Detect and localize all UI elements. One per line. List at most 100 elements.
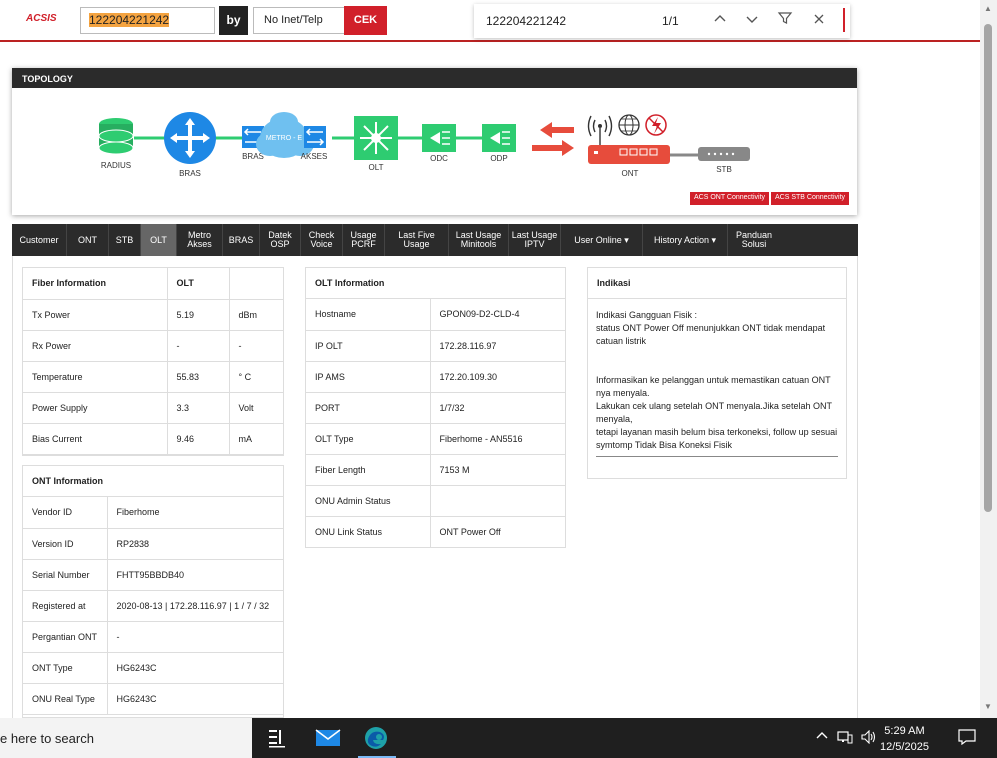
fiber-row-label: Temperature (23, 361, 168, 393)
indikasi-title: Indikasi (588, 268, 846, 299)
edge-browser-icon[interactable] (363, 726, 389, 750)
tab-metro-akses[interactable]: Metro Akses (177, 224, 223, 256)
olt-row-label: IP AMS (306, 361, 431, 393)
olt-row-label: ONU Admin Status (306, 485, 431, 517)
table-row: Tx Power 5.19 dBm (23, 299, 283, 331)
ont-row-label: ONT Type (23, 652, 108, 684)
table-row: ONU Real Type HG6243C (23, 683, 283, 715)
tab-stb[interactable]: STB (109, 224, 141, 256)
ont-row-value: HG6243C (107, 652, 283, 684)
table-row: Rx Power - - (23, 330, 283, 362)
olt-row-label: Fiber Length (306, 454, 431, 486)
scroll-up-arrow[interactable]: ▲ (984, 4, 992, 13)
olt-row-value: 172.28.116.97 (430, 330, 565, 362)
olt-row-value: 7153 M (430, 454, 565, 486)
tab-customer[interactable]: Customer (12, 224, 67, 256)
olt-row-value: GPON09-D2-CLD-4 (430, 299, 565, 331)
table-row: Fiber Length 7153 M (306, 454, 565, 486)
tab-last-usage-minitools[interactable]: Last Usage Minitools (449, 224, 509, 256)
tab-panduan-solusi[interactable]: Panduan Solusi (728, 224, 780, 256)
table-row: Vendor ID Fiberhome (23, 497, 283, 529)
olt-row-value: 172.20.109.30 (430, 361, 565, 393)
tab-bras[interactable]: BRAS (223, 224, 260, 256)
metro-label: METRO - E (266, 135, 302, 142)
ont-row-value: FHTT95BBDB40 (107, 559, 283, 591)
ont-row-value: 2020-08-13 | 172.28.116.97 | 1 / 7 / 32 (107, 590, 283, 622)
tab-check-voice[interactable]: Check Voice (301, 224, 343, 256)
ont-information-panel: ONT Information Vendor ID Fiberhome Versi… (22, 465, 284, 718)
chevron-down-icon[interactable] (741, 10, 763, 32)
akses-switch-icon[interactable] (304, 126, 326, 148)
table-row: Pergantian ONT - (23, 621, 283, 653)
odc-node-icon[interactable] (422, 124, 456, 152)
ont-information-title: ONT Information (23, 466, 283, 497)
mail-icon[interactable] (315, 726, 341, 750)
tab-ont[interactable]: ONT (67, 224, 109, 256)
tab-history-action-dropdown[interactable]: History Action ▾ (643, 224, 728, 256)
indikasi-panel: Indikasi Indikasi Gangguan Fisik : statu… (587, 267, 847, 479)
volume-icon[interactable] (861, 729, 877, 747)
odp-label: ODP (490, 154, 507, 163)
chevron-up-icon[interactable] (709, 10, 731, 32)
indikasi-line: status ONT Power Off menunjukkan ONT tid… (596, 323, 826, 346)
indikasi-line: tetapi layanan masih belum bisa terkonek… (596, 427, 838, 450)
scroll-thumb[interactable] (984, 24, 992, 512)
ont-row-label: Pergantian ONT (23, 621, 108, 653)
find-input[interactable]: 122204221242 (486, 14, 566, 28)
tab-usage-pcrf[interactable]: Usage PCRF (343, 224, 385, 256)
olt-node-icon[interactable] (354, 116, 398, 160)
fiber-information-table: Fiber Information OLT Tx Power 5.19 dBm … (23, 268, 283, 455)
search-type-select[interactable]: No Inet/Telp (253, 7, 345, 34)
system-clock[interactable]: 5:29 AM 12/5/2025 (880, 723, 929, 755)
topology-title: TOPOLOGY (12, 68, 857, 88)
network-icon[interactable] (837, 730, 853, 747)
table-row: IP OLT 172.28.116.97 (306, 330, 565, 362)
windows-taskbar: e here to search 5:29 AM 12/5/2025 (0, 718, 997, 758)
radius-label: RADIUS (101, 161, 131, 170)
table-row: ONU Link Status ONT Power Off (306, 516, 565, 547)
clock-time: 5:29 AM (884, 725, 925, 737)
ont-row-value: Fiberhome (107, 497, 283, 529)
fiber-header-olt: OLT (167, 268, 230, 300)
find-match-count: 1/1 (662, 14, 679, 28)
fiber-row-unit: dBm (229, 299, 283, 331)
tray-chevron-up-icon[interactable] (816, 730, 828, 745)
table-row: Bias Current 9.46 mA (23, 423, 283, 455)
browser-viewport: ACSIS 122204221242 by No Inet/Telp CEK 1… (0, 0, 997, 758)
odp-node-icon[interactable] (482, 124, 516, 152)
acs-stb-connectivity-button[interactable]: ACS STB Connectivity (771, 192, 850, 205)
globe-icon (618, 114, 640, 136)
by-button[interactable]: by (219, 6, 248, 35)
cek-button[interactable]: CEK (344, 6, 387, 35)
tab-user-online-dropdown[interactable]: User Online ▾ (561, 224, 643, 256)
ont-row-label: Vendor ID (23, 497, 108, 529)
radius-node-icon[interactable] (98, 118, 134, 155)
table-row: Registered at 2020-08-13 | 172.28.116.97 … (23, 590, 283, 622)
table-row: IP AMS 172.20.109.30 (306, 361, 565, 393)
task-view-icon[interactable] (265, 726, 291, 750)
tab-olt[interactable]: OLT (141, 224, 177, 256)
topology-panel: TOPOLOGY RADIUS BRAS BRAS METRO - E AKSE… (12, 68, 857, 215)
page-scrollbar[interactable]: ▲ ▼ (980, 0, 997, 718)
fiber-row-unit: mA (229, 423, 283, 455)
table-row: PORT 1/7/32 (306, 392, 565, 424)
filter-icon[interactable] (774, 10, 796, 32)
tab-last-five-usage[interactable]: Last Five Usage (385, 224, 449, 256)
tab-datek-osp[interactable]: Datek OSP (260, 224, 301, 256)
ont-device-icon[interactable] (588, 145, 670, 164)
fiber-row-value: - (167, 330, 230, 362)
scroll-down-arrow[interactable]: ▼ (984, 702, 992, 711)
msisdn-input[interactable]: 122204221242 (80, 7, 215, 34)
fiber-row-value: 55.83 (167, 361, 230, 393)
bras-router-icon[interactable] (164, 112, 216, 164)
notification-icon[interactable] (958, 729, 976, 748)
wifi-antenna-icon (587, 115, 613, 145)
tab-last-usage-iptv[interactable]: Last Usage IPTV (509, 224, 561, 256)
close-icon[interactable] (808, 10, 830, 32)
stb-device-icon[interactable] (698, 147, 750, 161)
indikasi-line: Informasikan ke pelanggan untuk memastik… (596, 375, 831, 398)
olt-row-label: IP OLT (306, 330, 431, 362)
fiber-row-label: Power Supply (23, 392, 168, 424)
acs-ont-connectivity-button[interactable]: ACS ONT Connectivity (690, 192, 770, 205)
taskbar-search-box[interactable]: e here to search (0, 718, 252, 758)
